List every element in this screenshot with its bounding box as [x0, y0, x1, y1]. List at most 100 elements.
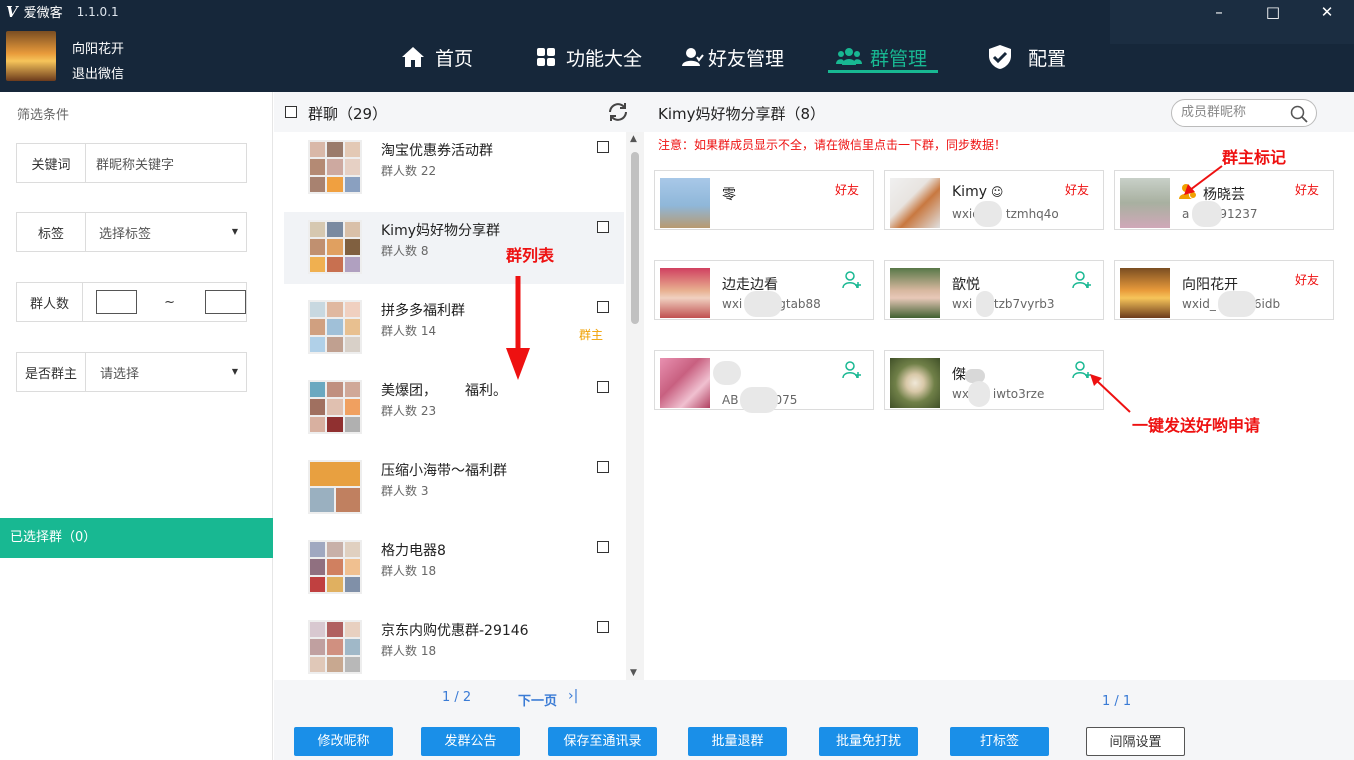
- add-tag-button[interactable]: 打标签: [950, 727, 1049, 756]
- app-logo: V: [6, 2, 18, 21]
- group-avatar: [308, 620, 362, 674]
- refresh-icon[interactable]: [606, 100, 630, 128]
- group-item[interactable]: 格力电器8 群人数 18: [284, 532, 624, 604]
- member-name: 傑: [952, 367, 966, 383]
- keyword-input[interactable]: 群昵称关键字: [86, 144, 246, 182]
- owner-select[interactable]: 请选择 ▼: [86, 353, 246, 391]
- nav-groups[interactable]: 群管理: [836, 40, 927, 74]
- member-card[interactable]: 向阳花开 wxid_ 6idb 好友: [1114, 260, 1334, 320]
- tag-select[interactable]: 选择标签 ▼: [86, 213, 246, 251]
- interval-settings-button[interactable]: 间隔设置: [1086, 727, 1185, 756]
- member-avatar: [660, 358, 710, 408]
- member-count-filter: 群人数 ~: [16, 282, 247, 322]
- next-page-link[interactable]: 下一页: [518, 690, 557, 709]
- scroll-up-icon[interactable]: ▲: [630, 134, 637, 144]
- group-checkbox[interactable]: [597, 461, 609, 473]
- member-count-label: 群人数: [17, 283, 84, 321]
- owner-filter: 是否群主 请选择 ▼: [16, 352, 247, 392]
- group-item[interactable]: 美爆团， 福利。 群人数 23: [284, 372, 624, 444]
- group-avatar: [308, 540, 362, 594]
- shield-check-icon: [988, 44, 1012, 70]
- group-member-count: 群人数 18: [381, 644, 437, 658]
- group-name: 拼多多福利群: [381, 303, 465, 319]
- member-avatar: [890, 268, 940, 318]
- scroll-down-icon[interactable]: ▼: [630, 668, 637, 678]
- group-item[interactable]: 京东内购优惠群-29146 群人数 18: [284, 612, 624, 680]
- group-owner-badge: 群主: [579, 328, 604, 342]
- group-item[interactable]: 淘宝优惠券活动群 群人数 22: [284, 132, 624, 204]
- member-wxid: wxid tzmhq4o: [952, 201, 1059, 227]
- group-item[interactable]: 拼多多福利群 群人数 14 群主: [284, 292, 624, 364]
- emoji-icon: ☺: [987, 185, 1004, 199]
- group-member-count: 群人数 18: [381, 564, 437, 578]
- group-avatar: [308, 380, 362, 434]
- group-checkbox[interactable]: [597, 621, 609, 633]
- friend-tag: 好友: [834, 183, 859, 197]
- group-checkbox[interactable]: [597, 221, 609, 233]
- group-owner-icon: [1179, 183, 1197, 203]
- group-name: Kimy妈好物分享群: [381, 223, 500, 239]
- group-item[interactable]: 压缩小海带～福利群 群人数 3: [284, 452, 624, 524]
- group-checkbox[interactable]: [597, 301, 609, 313]
- member-name: Kimy ☺: [952, 184, 1004, 200]
- group-checkbox[interactable]: [597, 541, 609, 553]
- friend-tag: 好友: [1294, 183, 1319, 197]
- nav-friends[interactable]: 好友管理: [682, 40, 784, 74]
- group-item[interactable]: Kimy妈好物分享群 群人数 8: [284, 212, 624, 284]
- add-friend-icon[interactable]: [842, 271, 862, 293]
- nav-home[interactable]: 首页: [401, 40, 473, 74]
- edit-nickname-button[interactable]: 修改昵称: [294, 727, 393, 756]
- logout-link[interactable]: 退出微信: [72, 63, 124, 82]
- member-card[interactable]: Kimy ☺ wxid tzmhq4o 好友: [884, 170, 1104, 230]
- member-avatar: [660, 268, 710, 318]
- maximize-icon[interactable]: □: [1246, 0, 1300, 24]
- add-friend-icon[interactable]: [842, 361, 862, 383]
- min-count-input[interactable]: [96, 290, 138, 314]
- add-friend-icon[interactable]: [1072, 361, 1092, 383]
- add-friend-icon[interactable]: [1072, 271, 1092, 293]
- select-all-checkbox[interactable]: [285, 106, 297, 118]
- group-name: 压缩小海带～福利群: [381, 463, 507, 479]
- member-wxid: a 91237: [1182, 201, 1258, 227]
- search-icon[interactable]: [1290, 105, 1308, 133]
- max-count-input[interactable]: [205, 290, 246, 314]
- window-controls: – □ ✕: [1192, 0, 1354, 24]
- friend-icon: [682, 47, 704, 67]
- member-card[interactable]: 歆悦 wxi 0tzb7vyrb3: [884, 260, 1104, 320]
- member-search-input[interactable]: 成员群昵称: [1171, 99, 1317, 127]
- group-name: 京东内购优惠群-29146: [381, 623, 529, 639]
- minimize-icon[interactable]: –: [1192, 0, 1246, 24]
- member-card[interactable]: 边走边看 wxi gtab88: [654, 260, 874, 320]
- group-avatar: [308, 220, 362, 274]
- selected-groups-bar[interactable]: 已选择群（0）: [0, 518, 273, 558]
- friend-tag: 好友: [1294, 273, 1319, 287]
- member-avatar: [890, 358, 940, 408]
- member-card[interactable]: 傑 wx iwto3rze: [884, 350, 1104, 410]
- batch-quit-button[interactable]: 批量退群: [688, 727, 787, 756]
- group-checkbox[interactable]: [597, 141, 609, 153]
- post-announcement-button[interactable]: 发群公告: [421, 727, 520, 756]
- member-panel-title: Kimy妈好物分享群（8）: [658, 105, 826, 123]
- close-icon[interactable]: ✕: [1300, 0, 1354, 24]
- member-wxid: wxi 0tzb7vyrb3: [952, 291, 1055, 317]
- last-page-icon[interactable]: ›|: [568, 688, 578, 704]
- scroll-thumb[interactable]: [631, 152, 639, 324]
- batch-mute-button[interactable]: 批量免打扰: [819, 727, 918, 756]
- group-checkbox[interactable]: [597, 381, 609, 393]
- group-list-panel: 群聊（29） 淘宝优惠券活动群 群人数 22 Kimy妈好物分享群 群人数 8 …: [274, 92, 644, 720]
- member-avatar: [890, 178, 940, 228]
- group-name: 美爆团， 福利。: [381, 383, 507, 399]
- member-card[interactable]: 零 好友: [654, 170, 874, 230]
- save-to-contacts-button[interactable]: 保存至通讯录: [548, 727, 657, 756]
- group-list-scrollbar[interactable]: ▲ ▼: [626, 132, 644, 680]
- keyword-filter: 关键词 群昵称关键字: [16, 143, 247, 183]
- member-name-blurred: [713, 361, 741, 385]
- nav-config[interactable]: 配置: [988, 40, 1066, 74]
- nav-features[interactable]: 功能大全: [536, 40, 642, 74]
- member-card[interactable]: 杨晓芸 a 91237 好友: [1114, 170, 1334, 230]
- nav-active-underline: [828, 70, 938, 73]
- member-card[interactable]: AB 075: [654, 350, 874, 413]
- member-panel-header: Kimy妈好物分享群（8） 成员群昵称: [644, 92, 1354, 132]
- sync-notice: 注意：如果群成员显示不全，请在微信里点击一下群，同步数据！: [658, 138, 1007, 152]
- title-bar: V 爱微客 1.1.0.1 – □ ✕ 向阳花开 退出微信 首页 功能大全 好友…: [0, 0, 1354, 92]
